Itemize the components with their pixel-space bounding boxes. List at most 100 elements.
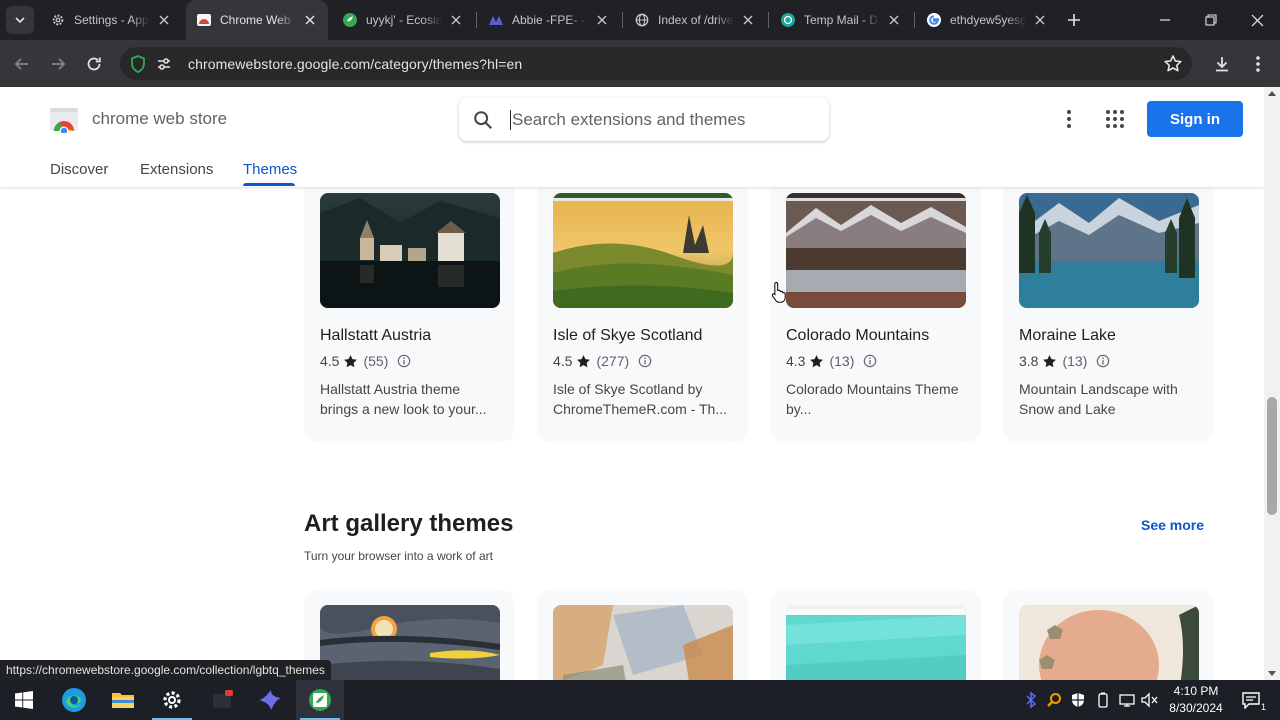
tray-volume-muted-icon[interactable] bbox=[1141, 690, 1159, 710]
tab-search-button[interactable] bbox=[6, 6, 34, 34]
close-icon[interactable] bbox=[302, 12, 318, 28]
chrome-web-store-logo-icon[interactable] bbox=[50, 105, 78, 136]
mouse-cursor-icon bbox=[771, 281, 786, 303]
star-icon bbox=[810, 354, 824, 367]
notification-center-icon[interactable]: 1 bbox=[1240, 690, 1266, 712]
forward-button[interactable] bbox=[44, 50, 72, 78]
web-page: chrome web store Sign in Discover Extens… bbox=[0, 87, 1264, 680]
search-input[interactable] bbox=[510, 109, 810, 130]
info-icon[interactable] bbox=[638, 354, 652, 368]
tab-chrome-web-store[interactable]: Chrome Web bbox=[186, 0, 328, 40]
temp-mail-icon bbox=[780, 12, 796, 28]
new-tab-button[interactable] bbox=[1062, 8, 1086, 32]
info-icon[interactable] bbox=[1096, 354, 1110, 368]
tab-separator bbox=[476, 12, 477, 28]
taskbar-bird-app[interactable] bbox=[246, 680, 294, 720]
theme-card[interactable] bbox=[770, 589, 981, 680]
close-icon[interactable] bbox=[594, 12, 610, 28]
tray-bluetooth-icon[interactable] bbox=[1022, 690, 1040, 710]
theme-thumbnail bbox=[553, 193, 733, 308]
tab-themes[interactable]: Themes bbox=[243, 161, 297, 178]
tab-separator bbox=[622, 12, 623, 28]
store-name[interactable]: chrome web store bbox=[92, 109, 227, 129]
star-icon bbox=[344, 354, 358, 367]
reload-button[interactable] bbox=[80, 50, 108, 78]
search-box[interactable] bbox=[459, 98, 829, 141]
taskbar-video-app[interactable] bbox=[198, 680, 246, 720]
tab-discover[interactable]: Discover bbox=[50, 161, 108, 178]
close-icon[interactable] bbox=[740, 12, 756, 28]
taskbar-chrome[interactable] bbox=[296, 680, 344, 720]
shield-icon[interactable] bbox=[130, 54, 148, 73]
minimize-icon bbox=[1160, 19, 1170, 21]
windows-logo-icon bbox=[15, 691, 33, 709]
close-icon[interactable] bbox=[1032, 12, 1048, 28]
info-icon[interactable] bbox=[863, 354, 877, 368]
back-button[interactable] bbox=[8, 50, 36, 78]
taskbar-edge[interactable] bbox=[50, 680, 98, 720]
folder-icon bbox=[112, 693, 134, 708]
minimize-button[interactable] bbox=[1142, 0, 1188, 40]
tab-settings[interactable]: Settings - App bbox=[40, 4, 182, 36]
rating-value: 4.5 bbox=[320, 353, 340, 369]
theme-thumbnail bbox=[320, 193, 500, 308]
theme-thumbnail bbox=[786, 193, 966, 308]
window-close-button[interactable] bbox=[1234, 0, 1280, 40]
tab-temp-mail[interactable]: Temp Mail - D bbox=[770, 4, 912, 36]
theme-card[interactable] bbox=[1003, 589, 1214, 680]
start-button[interactable] bbox=[0, 680, 48, 720]
taskbar-file-explorer[interactable] bbox=[99, 680, 147, 720]
search-icon[interactable] bbox=[472, 109, 494, 131]
close-icon bbox=[1251, 14, 1263, 26]
rating-count: (13) bbox=[1062, 353, 1088, 369]
theme-rating: 3.8 (13) bbox=[1019, 353, 1110, 369]
scroll-up-arrow-icon[interactable] bbox=[1268, 91, 1276, 96]
close-icon[interactable] bbox=[886, 12, 902, 28]
google-apps-icon[interactable] bbox=[1104, 108, 1126, 130]
page-scrollbar[interactable] bbox=[1264, 87, 1280, 680]
chrome-menu-button[interactable] bbox=[1244, 50, 1272, 78]
downloads-button[interactable] bbox=[1208, 50, 1236, 78]
url-text: chromewebstore.google.com/category/theme… bbox=[188, 55, 523, 72]
taskbar-clock[interactable]: 4:10 PM 8/30/2024 bbox=[1166, 683, 1226, 717]
reload-icon bbox=[87, 57, 101, 71]
close-icon[interactable] bbox=[156, 12, 172, 28]
tray-security-icon[interactable] bbox=[1069, 690, 1087, 710]
rating-value: 3.8 bbox=[1019, 353, 1039, 369]
tab-separator bbox=[914, 12, 915, 28]
theme-card[interactable]: Colorado Mountains 4.3 (13) Colorado Mou… bbox=[770, 177, 981, 443]
close-icon[interactable] bbox=[448, 12, 464, 28]
tab-ecosia[interactable]: uyykj' - Ecosia bbox=[332, 4, 474, 36]
sign-in-button[interactable]: Sign in bbox=[1147, 101, 1243, 137]
site-settings-icon[interactable] bbox=[156, 56, 174, 72]
ecosia-icon bbox=[342, 12, 358, 28]
chrome-web-store-icon bbox=[196, 12, 212, 28]
restore-button[interactable] bbox=[1188, 0, 1234, 40]
tab-google-search[interactable]: ethdyew5yesg bbox=[916, 4, 1058, 36]
theme-description: Colorado Mountains Theme by... bbox=[786, 381, 959, 417]
theme-card[interactable]: Hallstatt Austria 4.5 (55) Hallstatt Aus… bbox=[304, 177, 515, 443]
theme-rating: 4.5 (277) bbox=[553, 353, 652, 369]
theme-title: Colorado Mountains bbox=[786, 327, 930, 344]
tab-extensions[interactable]: Extensions bbox=[140, 161, 213, 178]
bookmark-star-icon[interactable] bbox=[1162, 53, 1184, 75]
tray-battery-icon[interactable] bbox=[1094, 690, 1112, 710]
theme-card[interactable] bbox=[537, 589, 748, 680]
scrollbar-thumb[interactable] bbox=[1267, 397, 1277, 515]
theme-card[interactable] bbox=[304, 589, 515, 680]
tab-abbie[interactable]: Abbie -FPE- - bbox=[478, 4, 620, 36]
tray-network-icon[interactable] bbox=[1118, 690, 1136, 710]
more-options-button[interactable] bbox=[1058, 107, 1080, 131]
tray-search-icon[interactable] bbox=[1045, 690, 1063, 710]
theme-card[interactable]: Moraine Lake 3.8 (13) Mountain Landscape… bbox=[1003, 177, 1214, 443]
taskbar-settings[interactable] bbox=[148, 680, 196, 720]
theme-thumbnail bbox=[786, 605, 966, 680]
address-bar[interactable]: chromewebstore.google.com/category/theme… bbox=[120, 47, 1192, 80]
tab-index-of-drive[interactable]: Index of /drive bbox=[624, 4, 766, 36]
theme-description: Mountain Landscape with Snow and Lake bbox=[1019, 381, 1178, 417]
info-icon[interactable] bbox=[397, 354, 411, 368]
scroll-down-arrow-icon[interactable] bbox=[1268, 671, 1276, 676]
see-more-link[interactable]: See more bbox=[1141, 517, 1204, 533]
status-bubble: https://chromewebstore.google.com/collec… bbox=[0, 660, 331, 680]
theme-card[interactable]: Isle of Skye Scotland 4.5 (277) Isle of … bbox=[537, 177, 748, 443]
